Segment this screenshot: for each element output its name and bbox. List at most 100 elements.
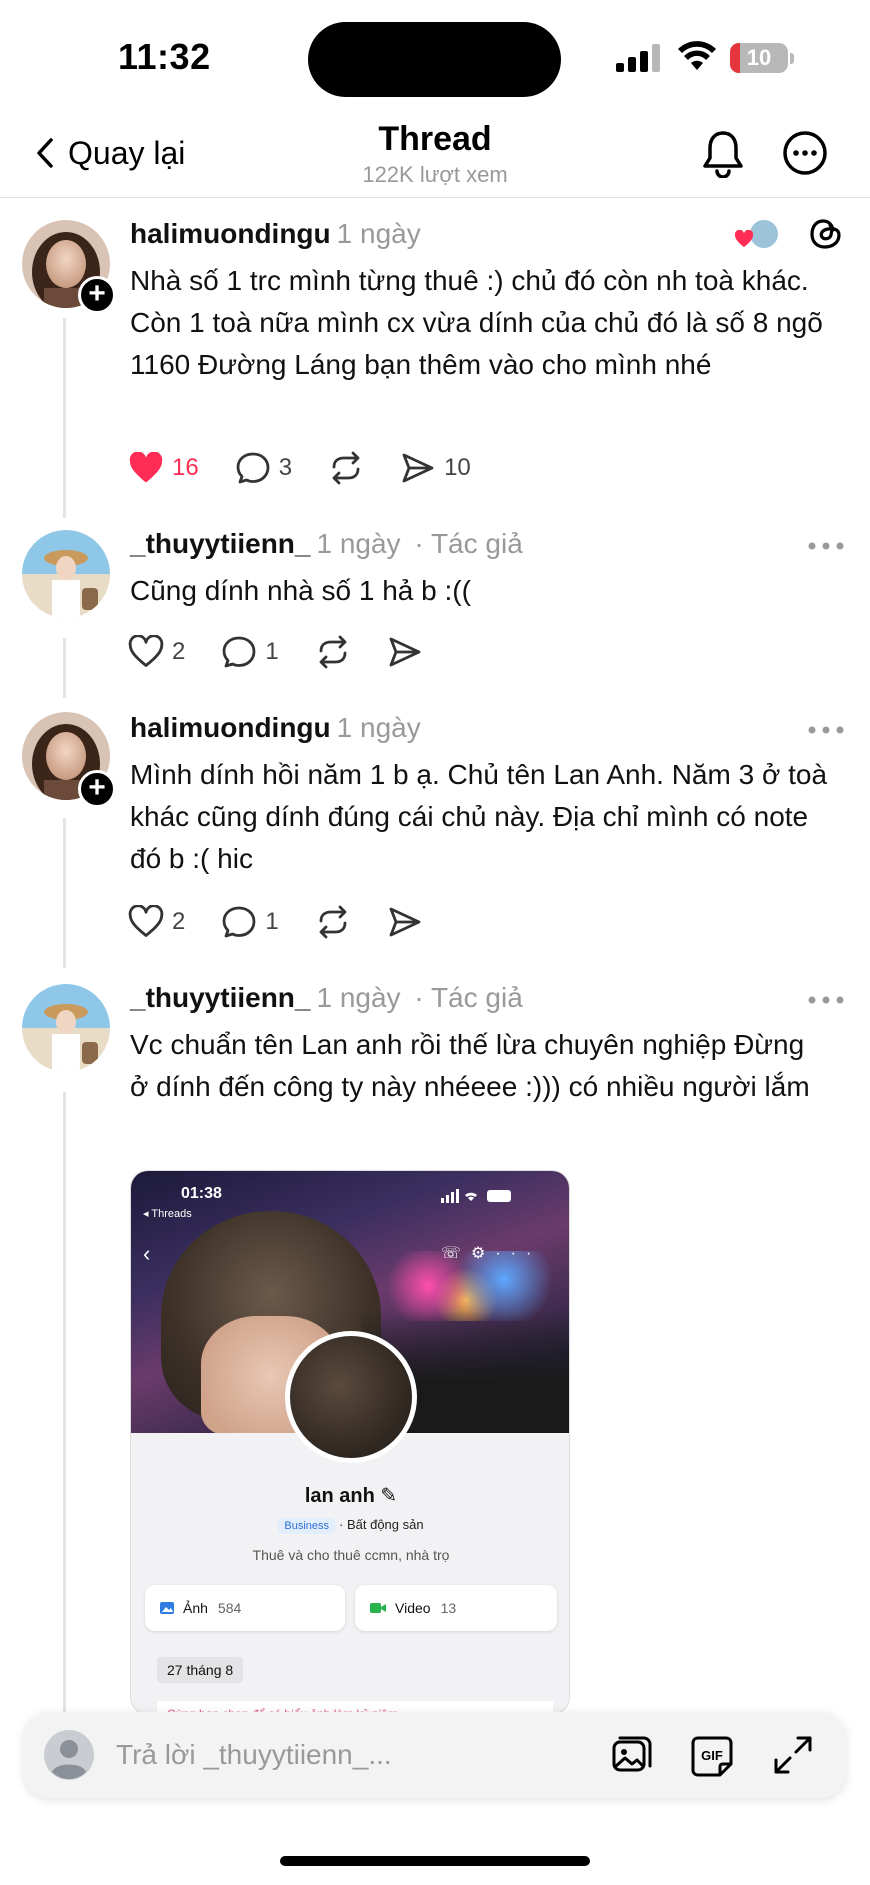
repost-icon: [319, 635, 347, 669]
repost-button[interactable]: [315, 905, 351, 939]
default-avatar-icon: [45, 1731, 93, 1780]
post-text: Nhà số 1 trc mình từng thuê :) chủ đó cò…: [130, 265, 823, 380]
reply-button[interactable]: 1: [221, 635, 279, 669]
comment-icon: [222, 636, 256, 668]
embed-date-chip: 27 tháng 8: [157, 1657, 244, 1683]
embed-status-time: 01:38: [181, 1185, 222, 1202]
edit-pencil-icon: ✎: [380, 1485, 398, 1507]
reply-count: 1: [265, 908, 279, 935]
heart-icon: [128, 635, 164, 667]
like-button[interactable]: 2: [128, 905, 185, 939]
embed-photos-label: Ảnh: [183, 1600, 208, 1616]
share-count: 10: [444, 454, 471, 481]
embed-chevron-left-icon: ‹: [143, 1241, 151, 1266]
like-button[interactable]: 16: [128, 452, 199, 484]
embed-status-icons: [441, 1189, 511, 1203]
post-actions: 2 1: [128, 902, 459, 942]
heart-filled-icon: [129, 452, 163, 483]
embed-profile-name: lan anh ✎: [131, 1483, 569, 1508]
wifi-icon: [678, 41, 716, 70]
embed-profile-avatar: [285, 1331, 417, 1463]
battery-level: 10: [746, 45, 772, 70]
more-dots-icon[interactable]: [806, 540, 846, 552]
username[interactable]: halimuondingu: [130, 218, 331, 249]
embed-back-app: ◂ Threads: [143, 1208, 192, 1220]
avatar[interactable]: [22, 984, 110, 1072]
author-tag: · Tác giả: [414, 982, 523, 1013]
reply-button[interactable]: 3: [235, 451, 292, 485]
home-indicator: [280, 1856, 590, 1866]
post-meta: _thuyytiienn_ 1 ngày · Tác giả: [130, 528, 523, 560]
composer-avatar: [44, 1730, 94, 1780]
expand-icon[interactable]: [772, 1734, 814, 1776]
like-button[interactable]: 2: [128, 635, 185, 669]
post-text: Vc chuẩn tên Lan anh rồi thế lừa chuyên …: [130, 1029, 810, 1102]
send-icon: [389, 907, 421, 937]
post-time: 1 ngày: [316, 528, 401, 559]
embed-videos-label: Video: [395, 1600, 431, 1616]
heart-icon: [128, 905, 164, 937]
comment-icon: [222, 906, 256, 938]
send-icon: [402, 453, 434, 483]
more-options-icon[interactable]: [782, 130, 828, 176]
like-count: 2: [172, 908, 186, 935]
thread-connector: [63, 1092, 66, 1712]
post-meta: halimuondingu 1 ngày: [130, 712, 421, 744]
svg-text:GIF: GIF: [701, 1748, 723, 1763]
embed-photos-count: 584: [217, 1600, 242, 1616]
username[interactable]: _thuyytiienn_: [130, 982, 310, 1013]
post-time: 1 ngày: [336, 218, 421, 249]
post-time: 1 ngày: [336, 712, 421, 743]
embed-profile-name-text: lan anh: [304, 1485, 375, 1507]
repost-icon: [332, 451, 360, 485]
post-meta: halimuondingu 1 ngày: [130, 218, 421, 250]
post-meta: _thuyytiienn_ 1 ngày · Tác giả: [130, 982, 523, 1014]
liked-by-avatars[interactable]: [734, 218, 782, 252]
business-badge: Business: [278, 1518, 336, 1534]
post-text: Mình dính hồi năm 1 b ạ. Chủ tên Lan Anh…: [130, 759, 828, 874]
more-dots-icon[interactable]: [806, 724, 846, 736]
share-button[interactable]: [387, 635, 423, 669]
thread-connector: [63, 318, 66, 518]
repost-icon: [319, 905, 347, 939]
embed-header-icons: ☏⚙···: [441, 1245, 542, 1262]
thread-connector: [63, 638, 66, 698]
battery-icon: 10: [730, 43, 794, 73]
post-time: 1 ngày: [316, 982, 401, 1013]
send-icon: [389, 637, 421, 667]
photo-icon: [160, 1602, 174, 1614]
like-count: 16: [172, 454, 199, 481]
share-button[interactable]: [387, 905, 423, 939]
repost-button[interactable]: [328, 451, 364, 485]
gif-icon[interactable]: GIF: [690, 1734, 734, 1778]
cellular-signal-icon: [616, 44, 660, 72]
post-text: Cũng dính nhà số 1 hả b :((: [130, 575, 471, 606]
follow-plus-icon[interactable]: +: [78, 770, 116, 808]
video-icon: [370, 1603, 386, 1613]
repost-button[interactable]: [315, 635, 351, 669]
avatar[interactable]: [22, 530, 110, 618]
bell-icon[interactable]: [700, 128, 746, 178]
username[interactable]: halimuondingu: [130, 712, 331, 743]
attached-image[interactable]: 01:38 ◂ Threads ‹ ☏⚙··· lan anh ✎ Busine…: [130, 1170, 570, 1715]
reply-composer: GIF: [24, 1712, 846, 1798]
embed-profile-tags: Business · Bất động sản: [131, 1517, 569, 1534]
reply-input[interactable]: [116, 1732, 516, 1778]
dynamic-island: [308, 22, 561, 97]
image-picker-icon[interactable]: [610, 1734, 654, 1778]
author-tag: · Tác giả: [414, 528, 523, 559]
more-dots-icon[interactable]: [806, 994, 846, 1006]
embed-photos-card: Ảnh 584: [145, 1585, 345, 1631]
post-actions: 16 3 10: [128, 448, 507, 488]
share-button[interactable]: 10: [400, 451, 471, 485]
embed-bio: Thuê và cho thuê ccmn, nhà trọ: [252, 1547, 450, 1563]
follow-plus-icon[interactable]: +: [78, 276, 116, 314]
reply-count: 3: [278, 454, 293, 481]
username[interactable]: _thuyytiienn_: [130, 528, 310, 559]
heart-icon: [734, 230, 754, 248]
nav-divider: [0, 197, 870, 198]
threads-logo-icon[interactable]: [808, 216, 844, 252]
reply-count: 1: [265, 638, 279, 665]
embed-category: · Bất động sản: [339, 1517, 424, 1532]
reply-button[interactable]: 1: [221, 905, 279, 939]
